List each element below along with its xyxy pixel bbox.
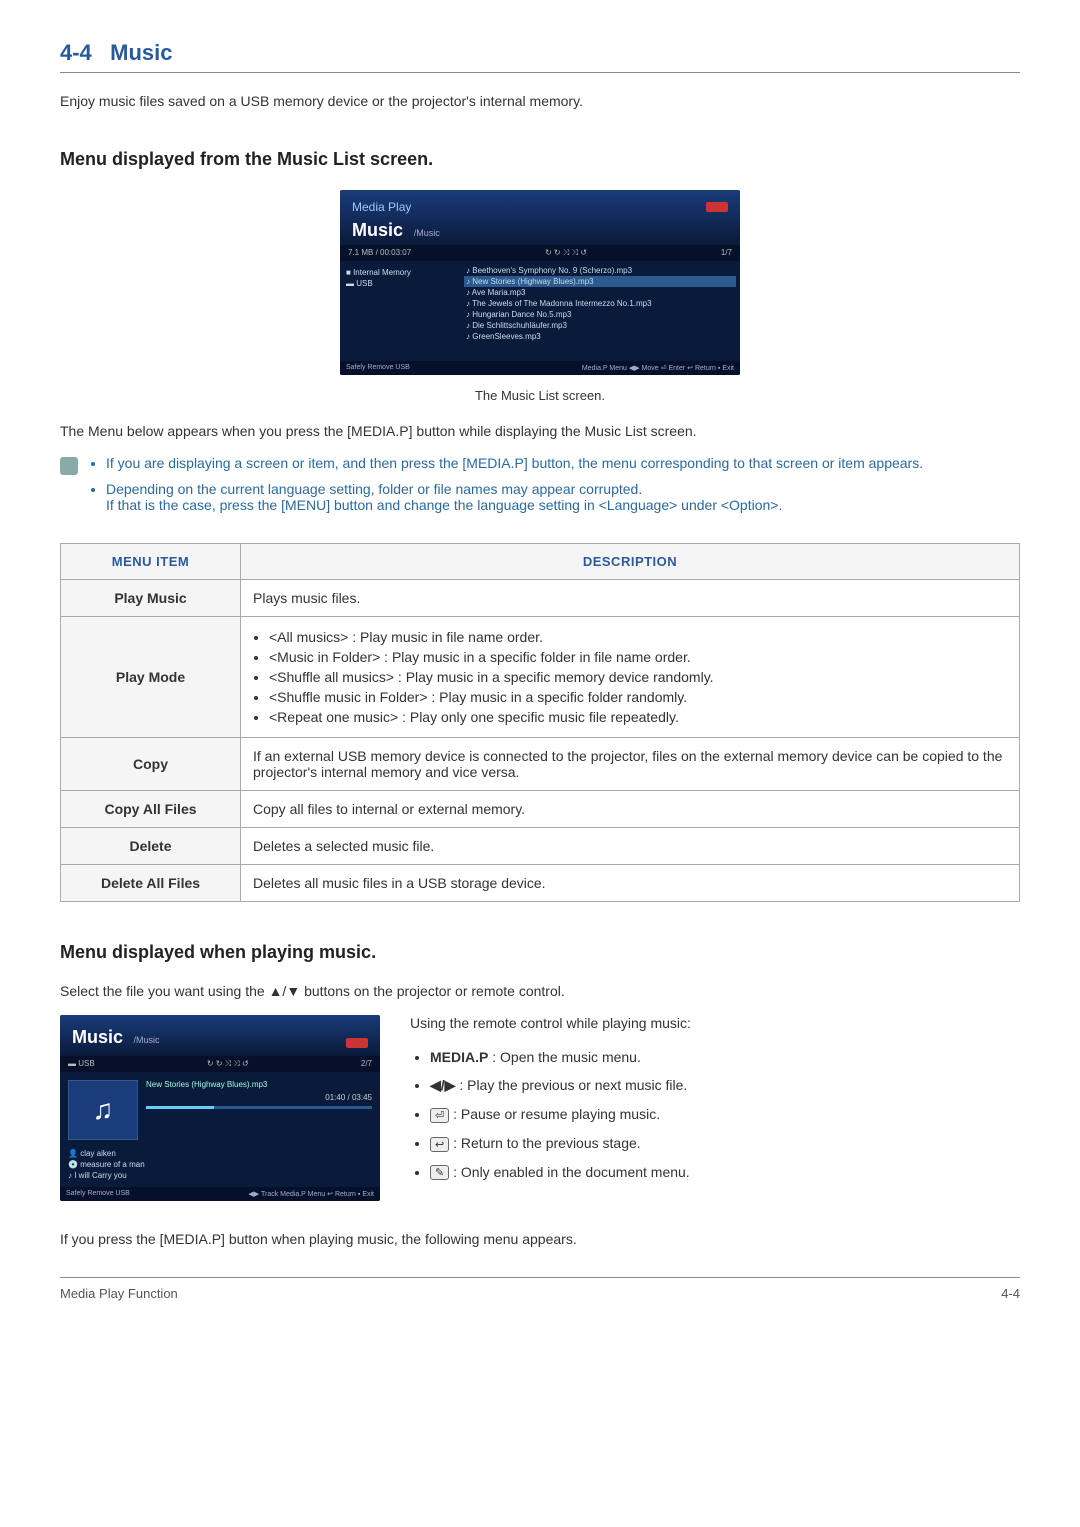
nav-hints: ◀▶ Track Media.P Menu ↩ Return ▪ Exit — [248, 1190, 374, 1198]
menu-desc: <All musics> : Play music in file name o… — [241, 617, 1020, 738]
table-row: Delete Deletes a selected music file. — [61, 828, 1020, 865]
remote-item: ⏎ : Pause or resume playing music. — [430, 1100, 691, 1129]
nav-hints: Media.P Menu ◀▶ Move ⏎ Enter ↩ Return ▪ … — [582, 364, 734, 372]
note-icon — [60, 457, 78, 475]
subheading-music-list: Menu displayed from the Music List scree… — [60, 149, 1020, 170]
col-menu-item: MENU ITEM — [61, 544, 241, 580]
track-title: New Stories (Highway Blues).mp3 — [146, 1080, 372, 1089]
prev-next-key: ◀/▶ — [430, 1077, 455, 1093]
track-counter: 2/7 — [361, 1059, 372, 1069]
note-block: If you are displaying a screen or item, … — [60, 455, 1020, 523]
paragraph-select-file: Select the file you want using the ▲/▼ b… — [60, 983, 1020, 999]
menu-label: Copy All Files — [61, 791, 241, 828]
playmode-option: <Shuffle all musics> : Play music in a s… — [269, 667, 1007, 687]
meta-song: ♪ I will Carry you — [68, 1170, 372, 1181]
note-item: If you are displaying a screen or item, … — [106, 455, 923, 471]
remote-instructions: Using the remote control while playing m… — [410, 1015, 691, 1186]
source-sidebar: ■ Internal Memory ▬ USB — [340, 261, 460, 361]
menu-desc: Copy all files to internal or external m… — [241, 791, 1020, 828]
remote-intro: Using the remote control while playing m… — [410, 1015, 691, 1031]
source-usb[interactable]: ▬ USB — [346, 278, 454, 289]
enter-key-icon: ⏎ — [430, 1108, 449, 1123]
subheading-playing: Menu displayed when playing music. — [60, 942, 1020, 963]
playmode-option: <All musics> : Play music in file name o… — [269, 627, 1007, 647]
table-row: Play Mode <All musics> : Play music in f… — [61, 617, 1020, 738]
mode-icons: ↻ ↻ ⤨ ⤨ ↺ — [545, 248, 587, 258]
note-item: Depending on the current language settin… — [106, 481, 923, 513]
source-label: ▬ USB — [68, 1059, 95, 1069]
menu-desc: If an external USB memory device is conn… — [241, 738, 1020, 791]
playmode-option: <Shuffle music in Folder> : Play music i… — [269, 687, 1007, 707]
menu-label: Delete — [61, 828, 241, 865]
list-item[interactable]: ♪ Die Schlittschuhläufer.mp3 — [464, 320, 736, 331]
mediap-key: MEDIA.P — [430, 1049, 488, 1065]
paragraph-menu-below: The Menu below appears when you press th… — [60, 423, 1020, 439]
music-path: /Music — [134, 1035, 160, 1045]
menu-table: MENU ITEM DESCRIPTION Play Music Plays m… — [60, 543, 1020, 902]
music-heading: Music — [352, 220, 403, 240]
meta-artist: 👤 clay aiken — [68, 1148, 372, 1159]
remote-item: ✎ : Only enabled in the document menu. — [430, 1158, 691, 1187]
meta-album: 💿 measure of a man — [68, 1159, 372, 1170]
menu-label: Copy — [61, 738, 241, 791]
list-item[interactable]: ♪ The Jewels of The Madonna Intermezzo N… — [464, 298, 736, 309]
time-elapsed: 01:40 / 03:45 — [146, 1093, 372, 1102]
music-heading: Music — [72, 1027, 123, 1047]
source-internal[interactable]: ■ Internal Memory — [346, 267, 454, 278]
page-footer: Media Play Function 4-4 — [60, 1277, 1020, 1301]
return-key-icon: ↩ — [430, 1137, 449, 1152]
album-art-icon: ♫ — [68, 1080, 138, 1140]
list-item[interactable]: ♪ Ave Maria.mp3 — [464, 287, 736, 298]
safely-remove-hint: Safely Remove USB — [346, 364, 410, 372]
list-item[interactable]: ♪ Beethoven's Symphony No. 9 (Scherzo).m… — [464, 265, 736, 276]
section-title: 4-4 Music — [60, 40, 1020, 73]
menu-label: Play Mode — [61, 617, 241, 738]
paragraph-press-mediap: If you press the [MEDIA.P] button when p… — [60, 1231, 1020, 1247]
screenshot-now-playing: Music /Music ▬ USB ↻ ↻ ⤨ ⤨ ↺ 2/7 ♫ New S… — [60, 1015, 380, 1201]
footer-left: Media Play Function — [60, 1286, 178, 1301]
remote-item: ◀/▶ : Play the previous or next music fi… — [430, 1071, 691, 1100]
screenshot-music-list: Media Play Music /Music 7.1 MB / 00:03:0… — [340, 190, 740, 375]
menu-label: Delete All Files — [61, 865, 241, 902]
file-list: ♪ Beethoven's Symphony No. 9 (Scherzo).m… — [460, 261, 740, 361]
col-description: DESCRIPTION — [241, 544, 1020, 580]
menu-desc: Plays music files. — [241, 580, 1020, 617]
list-item[interactable]: ♪ Hungarian Dance No.5.mp3 — [464, 309, 736, 320]
screenshot-caption: The Music List screen. — [60, 388, 1020, 403]
playmode-option: <Music in Folder> : Play music in a spec… — [269, 647, 1007, 667]
list-item[interactable]: ♪ GreenSleeves.mp3 — [464, 331, 736, 342]
menu-label: Play Music — [61, 580, 241, 617]
table-row: Copy If an external USB memory device is… — [61, 738, 1020, 791]
playmode-option: <Repeat one music> : Play only one speci… — [269, 707, 1007, 727]
usb-icon — [706, 202, 728, 212]
media-play-label: Media Play — [352, 200, 411, 214]
section-name: Music — [110, 40, 172, 65]
mode-icons: ↻ ↻ ⤨ ⤨ ↺ — [207, 1059, 249, 1069]
menu-desc: Deletes a selected music file. — [241, 828, 1020, 865]
music-path: /Music — [414, 228, 440, 238]
usb-icon — [346, 1038, 368, 1048]
storage-info: 7.1 MB / 00:03:07 — [348, 248, 411, 258]
list-item[interactable]: ♪ New Stories (Highway Blues).mp3 — [464, 276, 736, 287]
section-number: 4-4 — [60, 40, 92, 65]
remote-item: MEDIA.P : Open the music menu. — [430, 1043, 691, 1071]
table-row: Copy All Files Copy all files to interna… — [61, 791, 1020, 828]
footer-right: 4-4 — [1001, 1286, 1020, 1301]
table-row: Play Music Plays music files. — [61, 580, 1020, 617]
remote-item: ↩ : Return to the previous stage. — [430, 1129, 691, 1158]
file-counter: 1/7 — [721, 248, 732, 258]
intro-paragraph: Enjoy music files saved on a USB memory … — [60, 93, 1020, 109]
menu-desc: Deletes all music files in a USB storage… — [241, 865, 1020, 902]
doc-key-icon: ✎ — [430, 1165, 449, 1180]
table-row: Delete All Files Deletes all music files… — [61, 865, 1020, 902]
screenshot-music-list-wrap: Media Play Music /Music 7.1 MB / 00:03:0… — [60, 190, 1020, 378]
safely-remove-hint: Safely Remove USB — [66, 1190, 130, 1198]
progress-bar[interactable] — [146, 1106, 372, 1109]
track-metadata: 👤 clay aiken 💿 measure of a man ♪ I will… — [60, 1148, 380, 1187]
